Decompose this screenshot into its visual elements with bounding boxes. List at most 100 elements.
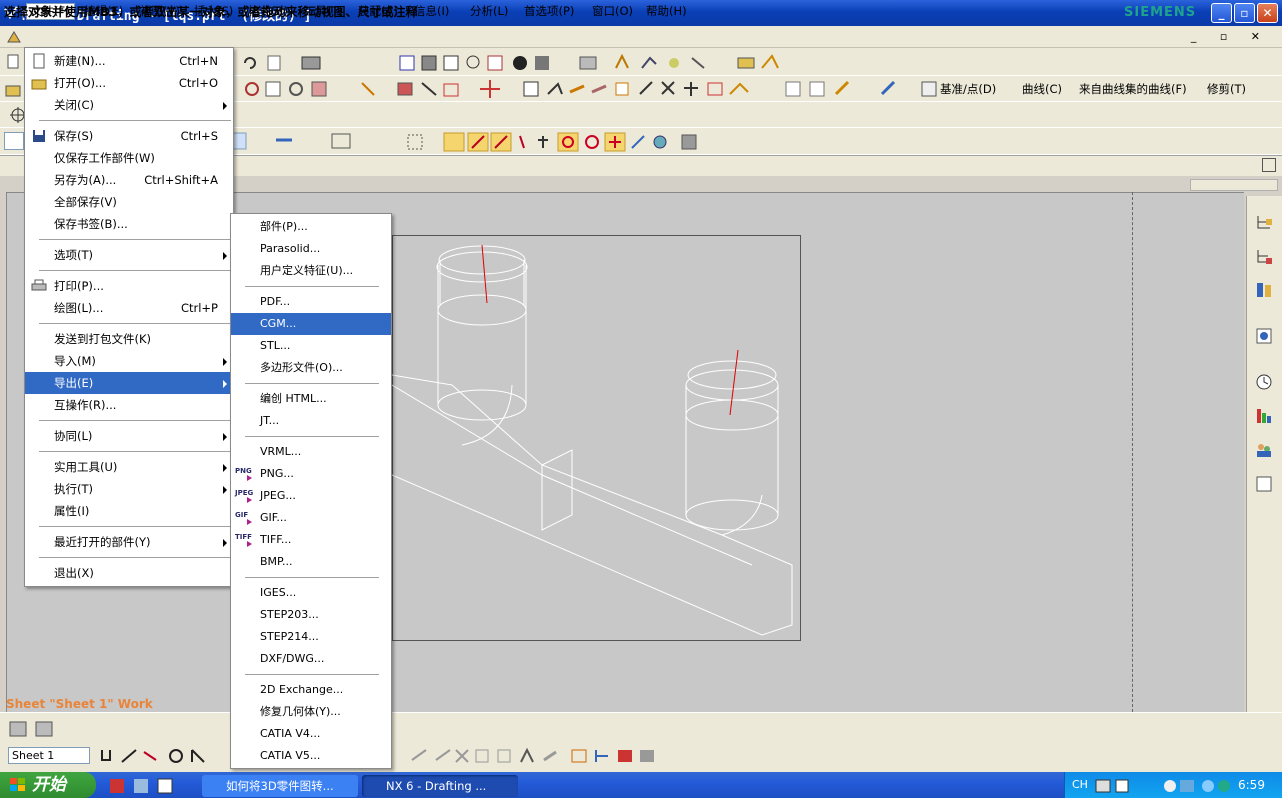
export-menu-item[interactable]: CATIA V5... — [231, 745, 391, 767]
restore-layout-icon[interactable] — [1262, 158, 1276, 172]
export-menu-item[interactable]: CATIA V4... — [231, 723, 391, 745]
file-menu-item[interactable]: 全部保存(V) — [25, 191, 233, 213]
tray-icons[interactable] — [1094, 777, 1234, 795]
sheet-dropdown[interactable]: Sheet 1 — [8, 747, 90, 764]
export-menu-item[interactable]: CGM... — [231, 313, 391, 335]
drawing-layout-icons[interactable] — [8, 720, 68, 740]
shortcut-label: Ctrl+Shift+A — [144, 173, 218, 187]
quick-launch-icons[interactable] — [106, 777, 196, 795]
reuse-library-icon[interactable] — [1254, 280, 1274, 300]
selection-toolbar-icons[interactable] — [232, 132, 702, 152]
file-menu-item-label: 执行(T) — [54, 482, 93, 496]
undo-icon — [244, 57, 256, 69]
export-menu-item-label: JT... — [260, 414, 280, 427]
shaded-icon — [421, 55, 437, 71]
export-menu-item-label: 用户定义特征(U)... — [260, 264, 354, 277]
standard-toolbar-icons[interactable] — [240, 54, 610, 72]
export-menu-item[interactable]: 修复几何体(Y)... — [231, 701, 391, 723]
open-toolbar-icon[interactable] — [2, 80, 24, 100]
export-menu-item[interactable]: TIFF... TIFF — [231, 529, 391, 551]
web-browser-icon[interactable] — [1254, 326, 1274, 346]
save-icon — [33, 130, 45, 142]
file-menu-item[interactable]: 打开(O)... Ctrl+O — [25, 72, 233, 94]
export-menu-item[interactable]: STEP203... — [231, 604, 391, 626]
export-menu-item[interactable]: IGES... — [231, 582, 391, 604]
language-indicator[interactable]: CH — [1072, 778, 1088, 791]
export-menu-item[interactable]: 2D Exchange... — [231, 679, 391, 701]
taskbar-clock: 6:59 — [1238, 778, 1265, 792]
file-menu-item-label: 发送到打包文件(K) — [54, 332, 152, 346]
export-menu-item[interactable]: 部件(P)... — [231, 216, 391, 238]
export-menu-item[interactable]: PNG... PNG — [231, 463, 391, 485]
export-menu-item-label: Parasolid... — [260, 242, 321, 255]
minimize-button[interactable]: _ — [1211, 3, 1232, 23]
menu-separator — [245, 577, 379, 578]
roles-icon[interactable] — [1254, 440, 1274, 460]
file-menu-item[interactable]: 属性(I) — [25, 500, 233, 522]
menu-10[interactable]: 窗口(O) — [588, 3, 637, 20]
history-icon[interactable] — [1254, 372, 1274, 392]
export-menu-item[interactable]: BMP... — [231, 551, 391, 573]
file-menu-item[interactable]: 关闭(C) — [25, 94, 233, 116]
snap-point-dropdown[interactable]: 基准/点(D) — [940, 81, 996, 97]
file-menu-item-label: 最近打开的部件(Y) — [54, 535, 151, 549]
copy-icon — [267, 55, 281, 71]
file-menu-item[interactable]: 保存书签(B)... — [25, 213, 233, 235]
maximize-button[interactable]: ▫ — [1234, 3, 1255, 23]
file-menu-item[interactable]: 保存(S) Ctrl+S — [25, 125, 233, 147]
export-menu-item[interactable]: GIF... GIF — [231, 507, 391, 529]
taskbar-item-nx[interactable]: NX 6 - Drafting ... — [362, 775, 518, 797]
file-menu-item-label: 全部保存(V) — [54, 195, 117, 209]
file-menu-item[interactable]: 仅保存工作部件(W) — [25, 147, 233, 169]
export-menu-item[interactable]: STEP214... — [231, 626, 391, 648]
file-menu-item[interactable]: 退出(X) — [25, 562, 233, 584]
export-menu-item[interactable]: 用户定义特征(U)... — [231, 260, 391, 282]
close-button[interactable]: ✕ — [1257, 3, 1278, 23]
file-menu-item[interactable]: 互操作(R)... — [25, 394, 233, 416]
mdi-window-controls[interactable]: _ ▫ ✕ — [1191, 30, 1270, 43]
file-menu-item[interactable]: 导入(M) — [25, 350, 233, 372]
assembly-toolbar-icons[interactable] — [612, 54, 792, 72]
zoom-icon — [466, 55, 480, 69]
assembly-navigator-icon[interactable] — [1254, 212, 1274, 232]
trim-dropdown[interactable]: 修剪(T) — [1207, 81, 1246, 97]
file-menu-item[interactable]: 最近打开的部件(Y) — [25, 531, 233, 553]
file-menu-item[interactable]: 执行(T) — [25, 478, 233, 500]
file-menu-item[interactable]: 协同(L) — [25, 425, 233, 447]
palette-blank-icon[interactable] — [1254, 474, 1274, 494]
export-menu-item[interactable]: Parasolid... — [231, 238, 391, 260]
export-menu-item[interactable]: JPEG... JPEG — [231, 485, 391, 507]
export-menu-item[interactable]: 多边形文件(O)... — [231, 357, 391, 379]
new-toolbar-icon[interactable] — [2, 51, 24, 73]
nx-menu-icon[interactable] — [6, 29, 22, 45]
file-menu-item-label: 打开(O)... — [54, 76, 106, 90]
export-menu-item-label: IGES... — [260, 586, 297, 599]
file-menu-item[interactable]: 导出(E) — [25, 372, 233, 394]
filter-select[interactable] — [4, 132, 24, 150]
export-menu-item[interactable]: DXF/DWG... — [231, 648, 391, 670]
file-menu-item-label: 绘图(L)... — [54, 301, 104, 315]
taskbar-item-browser[interactable]: 如何将3D零件图转... — [202, 775, 358, 797]
export-menu-item[interactable]: STL... — [231, 335, 391, 357]
export-menu-item[interactable]: 编创 HTML... — [231, 388, 391, 410]
file-menu-item[interactable]: 实用工具(U) — [25, 456, 233, 478]
system-materials-icon[interactable] — [1254, 406, 1274, 426]
menu-11[interactable]: 帮助(H) — [642, 3, 691, 20]
file-menu-item[interactable]: 另存为(A)... Ctrl+Shift+A — [25, 169, 233, 191]
file-menu-item[interactable]: 绘图(L)... Ctrl+P — [25, 297, 233, 319]
curve-collection-dropdown[interactable]: 来自曲线集的曲线(F) — [1079, 81, 1187, 97]
horizontal-scrollbar[interactable] — [1190, 179, 1278, 191]
menu-8[interactable]: 分析(L) — [466, 3, 512, 20]
export-menu-item[interactable]: JT... — [231, 410, 391, 432]
file-menu-item[interactable]: 打印(P)... — [25, 275, 233, 297]
curve-dropdown[interactable]: 曲线(C) — [1022, 81, 1062, 97]
file-menu-item-label: 保存书签(B)... — [54, 217, 128, 231]
export-menu-item[interactable]: VRML... — [231, 441, 391, 463]
export-menu-item-label: CATIA V5... — [260, 749, 321, 762]
part-navigator-icon[interactable] — [1254, 246, 1274, 266]
file-menu-item[interactable]: 新建(N)... Ctrl+N — [25, 50, 233, 72]
file-menu-item[interactable]: 选项(T) — [25, 244, 233, 266]
menu-9[interactable]: 首选项(P) — [520, 3, 578, 20]
export-menu-item[interactable]: PDF... — [231, 291, 391, 313]
file-menu-item[interactable]: 发送到打包文件(K) — [25, 328, 233, 350]
